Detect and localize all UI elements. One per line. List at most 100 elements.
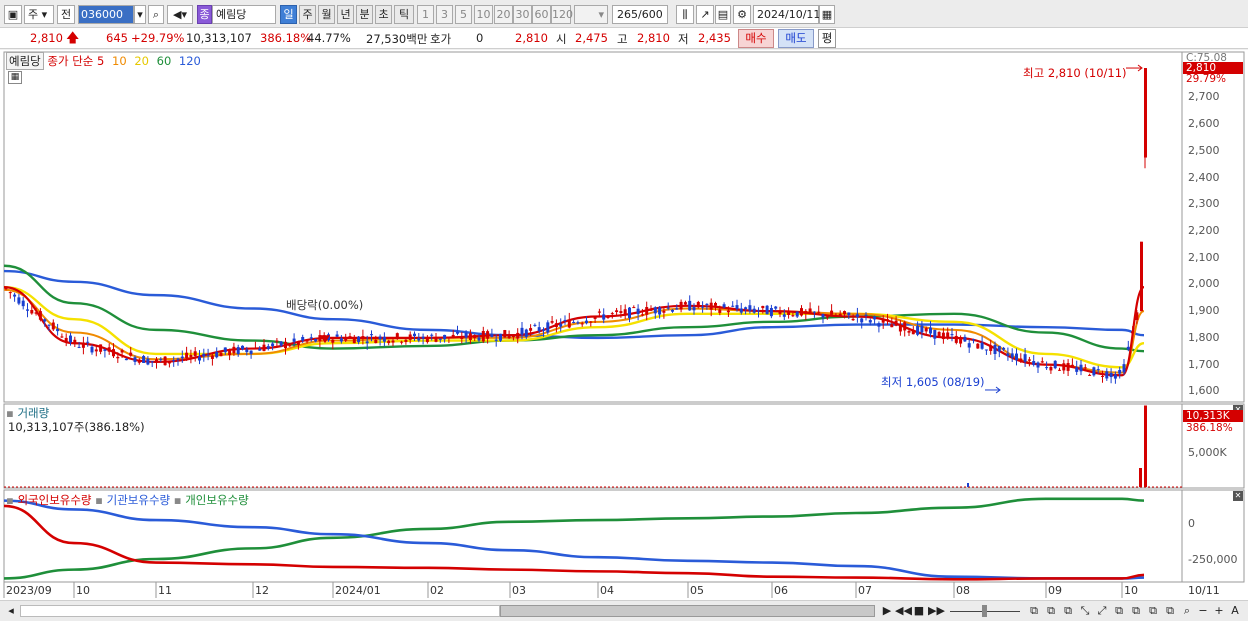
candle-body xyxy=(421,336,425,339)
candle-body xyxy=(1088,374,1092,376)
ma20-label: 20 xyxy=(134,54,149,68)
volume-ytick: 5,000K xyxy=(1188,446,1227,459)
high-annotation: 최고 2,810 (10/11) xyxy=(1023,66,1127,80)
candle-body xyxy=(1140,241,1143,312)
price-ytick: 1,900 xyxy=(1188,304,1220,318)
stop-icon[interactable]: ■ xyxy=(912,604,926,618)
candle-body xyxy=(679,301,683,310)
candle-body xyxy=(425,337,429,343)
x-label: 2024/01 xyxy=(335,584,381,597)
table-toggle-icon[interactable]: ▦ xyxy=(8,71,22,84)
volume-bar xyxy=(967,483,969,487)
candle-body xyxy=(941,332,945,340)
candle-body xyxy=(107,347,111,352)
candle-body xyxy=(782,314,786,317)
candle-body xyxy=(636,308,640,315)
font-size-icon[interactable]: A xyxy=(1228,604,1242,618)
candle-body xyxy=(894,320,898,326)
candle-body xyxy=(490,334,494,337)
candle-body xyxy=(675,308,679,310)
candle-body xyxy=(877,323,881,327)
x-label: 06 xyxy=(774,584,788,597)
zoom-search-icon[interactable]: ⌕ xyxy=(1180,604,1194,618)
layout-icon-8[interactable]: ⧉ xyxy=(1146,604,1160,618)
candle-body xyxy=(103,349,107,351)
candle-body xyxy=(593,317,597,319)
candle-body xyxy=(56,328,60,332)
candle-body xyxy=(210,355,214,359)
candle-body xyxy=(155,359,158,363)
ma-label: 종가 단순 xyxy=(47,54,94,68)
candle-body xyxy=(1053,360,1057,369)
candle-body xyxy=(447,336,451,338)
candle-body xyxy=(623,309,627,315)
holdings-pane-close-icon[interactable]: ✕ xyxy=(1233,491,1243,501)
candle-body xyxy=(112,349,115,357)
price-ytick: 2,700 xyxy=(1188,90,1220,104)
candle-body xyxy=(17,297,21,304)
zoom-slider-handle[interactable] xyxy=(982,605,987,617)
candle-body xyxy=(585,320,588,324)
layout-icon-7[interactable]: ⧉ xyxy=(1129,604,1143,618)
candle-body xyxy=(1015,353,1018,361)
candle-body xyxy=(137,359,141,363)
candle-body xyxy=(808,308,812,314)
candle-body xyxy=(185,352,189,359)
layout-icon-9[interactable]: ⧉ xyxy=(1163,604,1177,618)
pane-frame xyxy=(3,403,1245,489)
candle-body xyxy=(860,318,864,323)
candle-body xyxy=(658,307,662,315)
play-icon[interactable]: ▶ xyxy=(880,604,894,618)
candle-body xyxy=(731,305,735,307)
candle-body xyxy=(34,312,38,314)
candle-body xyxy=(778,310,782,314)
candle-body xyxy=(30,309,34,314)
price-pane-legend: 예림당 종가 단순 5 10 20 60 120 xyxy=(6,52,201,70)
candle-body xyxy=(387,340,391,344)
layout-icon-4[interactable]: ⤡ xyxy=(1078,604,1092,618)
candle-body xyxy=(314,339,318,342)
candle-body xyxy=(980,342,984,349)
candle-body xyxy=(206,354,210,356)
candle-body xyxy=(8,292,12,294)
volume-title: 거래량 xyxy=(17,406,50,420)
candle-body xyxy=(481,330,485,342)
zoom-in-icon[interactable]: + xyxy=(1212,604,1226,618)
layout-icon-5[interactable]: ⤢ xyxy=(1095,604,1109,618)
candle-body xyxy=(309,337,313,339)
volume-bar xyxy=(1139,468,1142,487)
x-label: 04 xyxy=(600,584,614,597)
scroll-left-icon[interactable]: ◂ xyxy=(4,604,18,618)
layout-icon-3[interactable]: ⧉ xyxy=(1061,604,1075,618)
candle-body xyxy=(348,336,352,338)
scroll-track[interactable] xyxy=(20,605,500,617)
layout-icon-1[interactable]: ⧉ xyxy=(1027,604,1041,618)
ma10-label: 10 xyxy=(112,54,127,68)
candle-body xyxy=(765,305,769,315)
scroll-bar: ◂ ▶ ◀◀ ■ ▶▶ ⧉ ⧉ ⧉ ⤡ ⤢ ⧉ ⧉ ⧉ ⧉ ⌕ − + A xyxy=(0,600,1248,621)
candle-body xyxy=(219,352,223,357)
scroll-thumb[interactable] xyxy=(500,605,875,617)
layout-icon-2[interactable]: ⧉ xyxy=(1044,604,1058,618)
candle-body xyxy=(769,308,773,317)
candle-body xyxy=(993,344,997,355)
candle-body xyxy=(787,311,791,315)
candle-body xyxy=(920,325,924,333)
candle-body xyxy=(473,334,477,339)
volume-last-tag: 10,313K xyxy=(1183,410,1243,422)
layout-icon-6[interactable]: ⧉ xyxy=(1112,604,1126,618)
candle-body xyxy=(696,301,700,308)
stock-title-box[interactable]: 예림당 xyxy=(6,52,44,70)
price-ytick: 1,700 xyxy=(1188,357,1220,371)
candle-body xyxy=(1027,359,1031,361)
rewind-icon[interactable]: ◀◀ xyxy=(895,604,912,618)
x-label: 10/11 xyxy=(1188,584,1220,597)
pane-frame xyxy=(3,51,1245,403)
zoom-out-icon[interactable]: − xyxy=(1196,604,1210,618)
candle-body xyxy=(903,322,907,331)
candle-body xyxy=(1040,361,1044,363)
forward-icon[interactable]: ▶▶ xyxy=(928,604,945,618)
candle-body xyxy=(619,311,623,313)
candle-body xyxy=(606,315,610,319)
candle-body xyxy=(438,338,442,340)
